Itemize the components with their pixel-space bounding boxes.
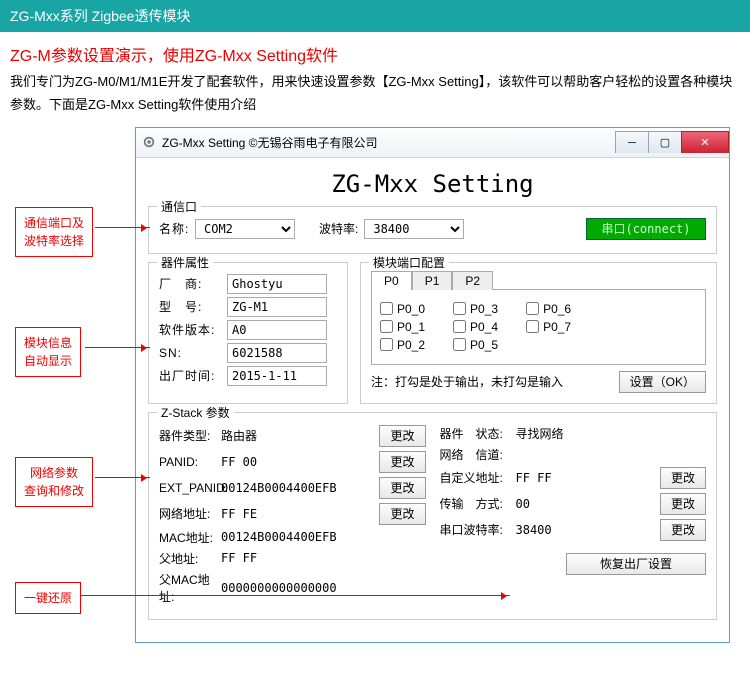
subtitle: ZG-M参数设置演示，使用ZG-Mxx Setting软件 bbox=[0, 32, 750, 70]
chg-sb[interactable]: 更改 bbox=[660, 519, 706, 541]
baud-select[interactable]: 38400 bbox=[364, 219, 464, 239]
model-field bbox=[227, 297, 327, 317]
maximize-button[interactable]: ▢ bbox=[648, 131, 682, 153]
chg-panid[interactable]: 更改 bbox=[379, 451, 425, 473]
zstack-group: Z-Stack 参数 器件类型:路由器更改 PANID:FF 00更改 EXT_… bbox=[148, 412, 717, 620]
port-ok-button[interactable]: 设置（OK） bbox=[619, 371, 706, 393]
chk-p04[interactable]: P0_4 bbox=[453, 320, 498, 334]
tab-p2[interactable]: P2 bbox=[452, 271, 493, 290]
chg-ext[interactable]: 更改 bbox=[379, 477, 425, 499]
chk-p03[interactable]: P0_3 bbox=[453, 302, 498, 316]
tab-p1[interactable]: P1 bbox=[412, 271, 453, 290]
chk-p00[interactable]: P0_0 bbox=[380, 302, 425, 316]
app-window: ZG-Mxx Setting ©无锡谷雨电子有限公司 ─ ▢ ✕ ZG-Mxx … bbox=[135, 127, 730, 643]
annotation-comm: 通信端口及波特率选择 bbox=[15, 207, 93, 257]
date-field bbox=[227, 366, 327, 386]
app-title: ZG-Mxx Setting bbox=[148, 170, 717, 198]
vendor-field bbox=[227, 274, 327, 294]
chk-p01[interactable]: P0_1 bbox=[380, 320, 425, 334]
annotation-net: 网络参数查询和修改 bbox=[15, 457, 93, 507]
com-select[interactable]: COM2 bbox=[195, 219, 295, 239]
connect-button[interactable]: 串口(connect) bbox=[586, 218, 706, 240]
sn-field bbox=[227, 343, 327, 363]
chg-net[interactable]: 更改 bbox=[379, 503, 425, 525]
chg-type[interactable]: 更改 bbox=[379, 425, 425, 447]
annotation-reset: 一键还原 bbox=[15, 582, 81, 614]
gear-icon bbox=[142, 135, 156, 149]
factory-reset-button[interactable]: 恢复出厂设置 bbox=[566, 553, 706, 575]
annotation-info: 模块信息自动显示 bbox=[15, 327, 81, 377]
chg-tx[interactable]: 更改 bbox=[660, 493, 706, 515]
version-field bbox=[227, 320, 327, 340]
window-title: ZG-Mxx Setting ©无锡谷雨电子有限公司 bbox=[162, 134, 378, 151]
attr-group: 器件属性 厂 商: 型 号: 软件版本: SN: 出厂时间: bbox=[148, 262, 348, 404]
chk-p06[interactable]: P0_6 bbox=[526, 302, 571, 316]
port-group: 模块端口配置 P0 P1 P2 P0_0 P0_3 P0_6 P0_1 bbox=[360, 262, 717, 404]
description: 我们专门为ZG-M0/M1/M1E开发了配套软件，用来快速设置参数【ZG-Mxx… bbox=[0, 70, 750, 127]
tab-p0[interactable]: P0 bbox=[371, 271, 412, 290]
comm-group: 通信口 名称: COM2 波特率: 38400 串口(connect) bbox=[148, 206, 717, 254]
close-button[interactable]: ✕ bbox=[681, 131, 729, 153]
titlebar: ZG-Mxx Setting ©无锡谷雨电子有限公司 ─ ▢ ✕ bbox=[136, 128, 729, 158]
page-header: ZG-Mxx系列 Zigbee透传模块 bbox=[0, 0, 750, 32]
chk-p02[interactable]: P0_2 bbox=[380, 338, 425, 352]
chk-p05[interactable]: P0_5 bbox=[453, 338, 498, 352]
chg-cust[interactable]: 更改 bbox=[660, 467, 706, 489]
minimize-button[interactable]: ─ bbox=[615, 131, 649, 153]
chk-p07[interactable]: P0_7 bbox=[526, 320, 571, 334]
